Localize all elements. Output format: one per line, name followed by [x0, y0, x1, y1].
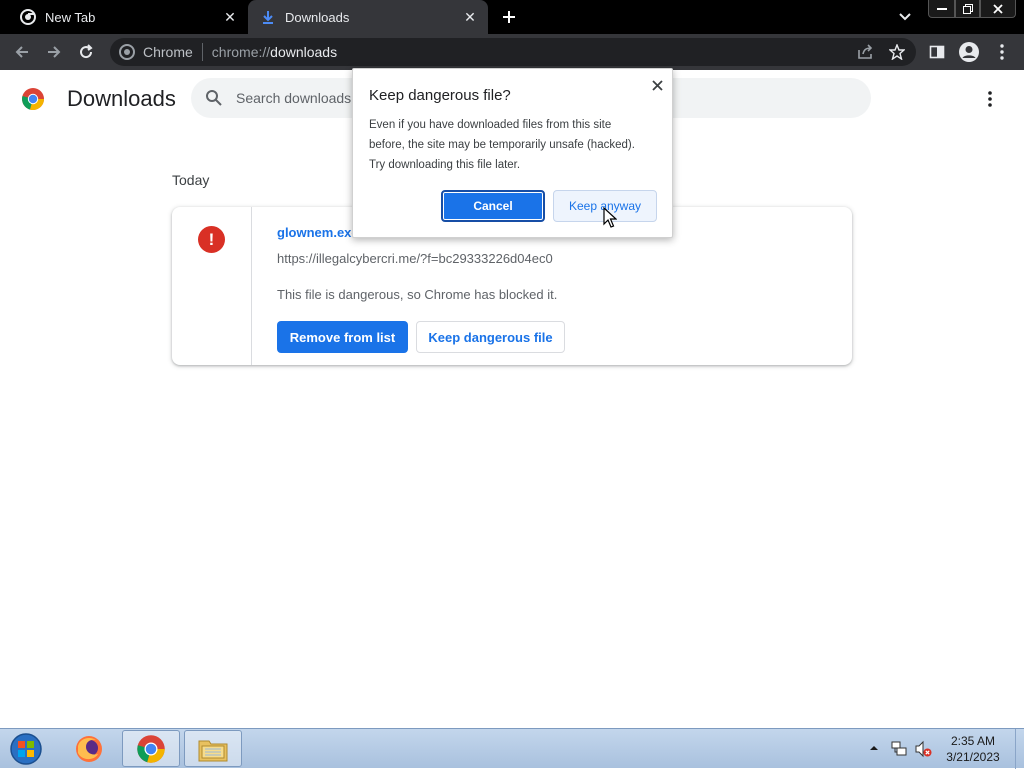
- search-icon: [206, 90, 222, 106]
- show-hidden-icons-icon[interactable]: [868, 742, 880, 754]
- start-button[interactable]: [8, 732, 44, 766]
- keep-dangerous-file-dialog: Keep dangerous file? Even if you have do…: [352, 68, 673, 238]
- minimize-button[interactable]: [928, 0, 955, 18]
- new-tab-button[interactable]: [498, 6, 520, 28]
- site-label: Chrome: [143, 44, 193, 60]
- kebab-menu-icon: [988, 91, 992, 107]
- side-panel-button[interactable]: [926, 41, 948, 63]
- page-title: Downloads: [67, 86, 176, 111]
- dialog-message-line: before, the site may be temporarily unsa…: [369, 139, 635, 151]
- taskbar-firefox[interactable]: [60, 730, 118, 767]
- file-source-url: https://illegalcybercri.me/?f=bc29333226…: [277, 251, 553, 266]
- chrome-logo-icon: [22, 88, 45, 111]
- clock-date: 3/21/2023: [946, 750, 1000, 764]
- arrow-right-icon: [48, 46, 61, 58]
- file-name-link[interactable]: glownem.exe: [277, 225, 359, 240]
- tab-strip: New Tab ✕ Downloads ✕: [0, 0, 1024, 34]
- reload-button[interactable]: [75, 41, 97, 63]
- chevron-down-icon: [899, 13, 911, 21]
- browser-toolbar: Chrome chrome:// downloads: [0, 34, 1024, 70]
- side-panel-icon: [929, 45, 945, 59]
- taskbar-chrome[interactable]: [122, 730, 180, 767]
- network-icon[interactable]: [890, 740, 908, 758]
- mouse-cursor-icon: [603, 207, 617, 228]
- tab-title: Downloads: [285, 9, 350, 25]
- restore-icon: [962, 3, 973, 14]
- chrome-icon: [119, 44, 135, 60]
- dialog-message-line: Even if you have downloaded files from t…: [369, 119, 612, 131]
- restore-button[interactable]: [955, 0, 980, 18]
- share-icon[interactable]: [856, 43, 874, 61]
- url-scheme: chrome://: [211, 44, 271, 60]
- volume-muted-icon[interactable]: [914, 740, 932, 758]
- firefox-icon: [76, 735, 102, 762]
- show-desktop-button[interactable]: [1015, 729, 1024, 769]
- dialog-message: Even if you have downloaded files from t…: [369, 115, 661, 175]
- keep-dangerous-file-button[interactable]: Keep dangerous file: [416, 321, 565, 353]
- back-button[interactable]: [11, 41, 33, 63]
- dialog-close-button[interactable]: [647, 75, 667, 95]
- dialog-title: Keep dangerous file?: [369, 87, 511, 104]
- kebab-menu-icon: [1000, 44, 1004, 60]
- taskbar: 2:35 AM 3/21/2023: [0, 728, 1024, 769]
- taskbar-file-explorer[interactable]: [184, 730, 242, 767]
- close-icon: [651, 79, 663, 91]
- download-icon: [260, 9, 276, 25]
- browser-menu-button[interactable]: [991, 41, 1013, 63]
- url-host: downloads: [270, 44, 338, 60]
- tab-search-button[interactable]: [896, 8, 914, 26]
- folder-icon: [198, 740, 228, 761]
- date-heading: Today: [172, 172, 210, 188]
- remove-from-list-button[interactable]: Remove from list: [277, 321, 408, 353]
- arrow-left-icon: [15, 46, 28, 58]
- dialog-message-line: Try downloading this file later.: [369, 159, 521, 171]
- file-status-text: This file is dangerous, so Chrome has bl…: [277, 287, 558, 302]
- downloads-menu-button[interactable]: [980, 89, 1000, 109]
- close-icon[interactable]: ✕: [220, 7, 240, 27]
- window-close-button[interactable]: [980, 0, 1016, 18]
- chrome-icon: [137, 734, 165, 763]
- bookmark-star-icon[interactable]: [888, 43, 906, 61]
- danger-icon: !: [198, 226, 225, 253]
- address-bar[interactable]: Chrome chrome:// downloads: [110, 38, 916, 66]
- tab-title: New Tab: [45, 9, 96, 25]
- forward-button[interactable]: [43, 41, 65, 63]
- tab-new-tab[interactable]: New Tab ✕: [8, 0, 248, 34]
- profile-button[interactable]: [958, 41, 980, 63]
- file-icon-column: !: [172, 207, 252, 365]
- system-clock[interactable]: 2:35 AM 3/21/2023: [938, 733, 1008, 765]
- windows-start-icon: [10, 733, 42, 765]
- cancel-button[interactable]: Cancel: [441, 190, 545, 222]
- plus-icon: [503, 11, 515, 23]
- minimize-icon: [936, 7, 947, 10]
- chrome-icon: [20, 9, 36, 25]
- close-icon: [993, 3, 1003, 14]
- avatar-icon: [959, 42, 979, 62]
- close-icon[interactable]: ✕: [460, 7, 480, 27]
- clock-time: 2:35 AM: [950, 734, 996, 748]
- tab-downloads[interactable]: Downloads ✕: [248, 0, 488, 34]
- divider: [201, 43, 203, 61]
- reload-icon: [80, 44, 93, 59]
